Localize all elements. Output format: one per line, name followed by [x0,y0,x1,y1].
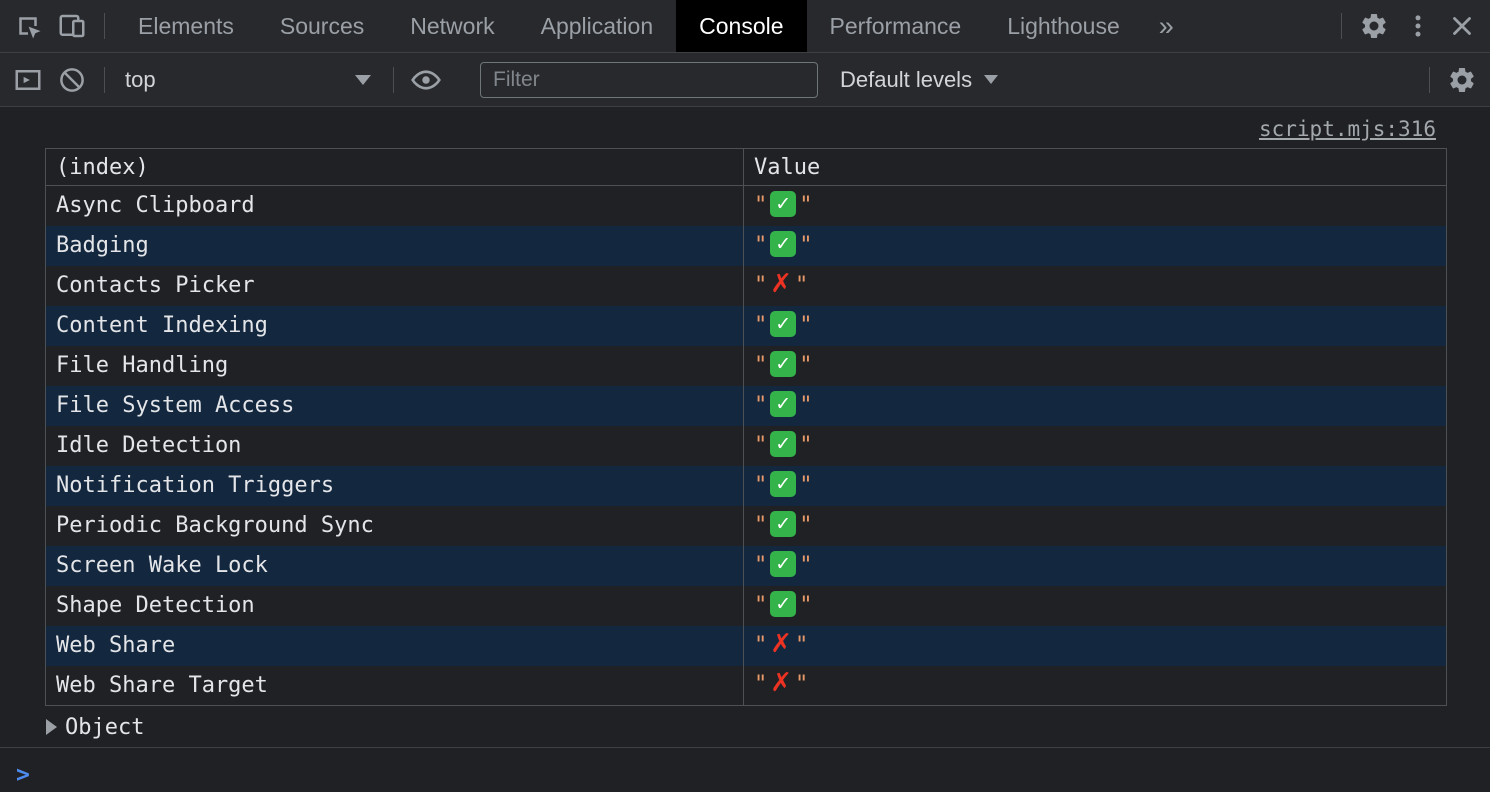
table-cell-value: "✓" [744,466,1447,506]
check-emoji-icon: ✓ [770,471,796,497]
console-prompt[interactable]: > [0,748,1490,788]
table-cell-index: File System Access [46,386,744,426]
console-table: (index) Value Async Clipboard "✓" Badgin… [45,148,1447,706]
table-cell-value: "✓" [744,386,1447,426]
table-row: Web Share Target "✗" [46,666,1447,706]
table-row: Async Clipboard "✓" [46,186,1447,226]
log-levels-dropdown[interactable]: Default levels [832,67,1006,93]
table-cell-value: "✗" [744,666,1447,706]
cross-emoji-icon: ✗ [770,631,792,657]
chevron-down-icon [984,75,998,84]
table-cell-index: Periodic Background Sync [46,506,744,546]
context-selector[interactable]: top [115,67,383,93]
tab-elements[interactable]: Elements [115,0,257,52]
vertical-divider [393,67,394,93]
check-emoji-icon: ✓ [770,311,796,337]
expand-triangle-icon[interactable] [46,719,57,735]
table-header-value[interactable]: Value [744,149,1447,186]
tab-performance[interactable]: Performance [807,0,985,52]
kebab-menu-icon[interactable] [1396,4,1440,48]
panel-tabs: Elements Sources Network Application Con… [115,0,1190,52]
check-emoji-icon: ✓ [770,431,796,457]
tabbar-spacer [1190,0,1331,52]
cross-emoji-icon: ✗ [770,670,792,696]
tab-lighthouse[interactable]: Lighthouse [984,0,1143,52]
table-cell-index: Idle Detection [46,426,744,466]
devtools-window: Elements Sources Network Application Con… [0,0,1490,788]
more-tabs-chevron-icon[interactable]: » [1143,0,1190,52]
table-row: Web Share "✗" [46,626,1447,666]
console-toolbar: top Default levels [0,53,1490,107]
table-cell-index: Notification Triggers [46,466,744,506]
table-cell-value: "✓" [744,586,1447,626]
table-cell-index: Contacts Picker [46,266,744,306]
device-toolbar-icon[interactable] [50,4,94,48]
table-cell-value: "✓" [744,306,1447,346]
table-cell-value: "✗" [744,266,1447,306]
tab-application[interactable]: Application [518,0,677,52]
table-row: File System Access "✓" [46,386,1447,426]
console-settings-gear-icon[interactable] [1440,58,1484,102]
prompt-chevron-icon: > [16,762,30,788]
object-preview[interactable]: Object [0,707,1490,748]
table-cell-value: "✗" [744,626,1447,666]
console-table-message: script.mjs:316 (index) Value Async Clipb… [0,107,1490,748]
table-cell-value: "✓" [744,426,1447,466]
table-cell-index: Shape Detection [46,586,744,626]
table-cell-value: "✓" [744,346,1447,386]
table-cell-index: Web Share Target [46,666,744,706]
table-cell-index: Web Share [46,626,744,666]
check-emoji-icon: ✓ [770,551,796,577]
clear-console-icon[interactable] [50,58,94,102]
table-header-index[interactable]: (index) [46,149,744,186]
close-icon[interactable] [1440,4,1484,48]
tab-sources[interactable]: Sources [257,0,387,52]
table-row: Badging "✓" [46,226,1447,266]
table-row: Idle Detection "✓" [46,426,1447,466]
vertical-divider [104,67,105,93]
eye-icon[interactable] [404,58,448,102]
table-cell-value: "✓" [744,186,1447,226]
check-emoji-icon: ✓ [770,231,796,257]
table-row: Contacts Picker "✗" [46,266,1447,306]
source-link[interactable]: script.mjs:316 [1259,117,1436,141]
object-preview-label: Object [65,715,144,740]
table-row: Periodic Background Sync "✓" [46,506,1447,546]
cross-emoji-icon: ✗ [770,271,792,297]
vertical-divider [104,13,105,39]
inspect-icon[interactable] [6,4,50,48]
console-messages: script.mjs:316 (index) Value Async Clipb… [0,107,1490,788]
table-cell-index: Badging [46,226,744,266]
chevron-down-icon [355,75,371,85]
table-row: Notification Triggers "✓" [46,466,1447,506]
source-line: script.mjs:316 [0,107,1490,146]
console-sidebar-icon[interactable] [6,58,50,102]
settings-gear-icon[interactable] [1352,4,1396,48]
table-row: Shape Detection "✓" [46,586,1447,626]
check-emoji-icon: ✓ [770,351,796,377]
table-row: Screen Wake Lock "✓" [46,546,1447,586]
devtools-tab-bar: Elements Sources Network Application Con… [0,0,1490,53]
table-row: File Handling "✓" [46,346,1447,386]
vertical-divider [1341,13,1342,39]
check-emoji-icon: ✓ [770,591,796,617]
table-header-row: (index) Value [46,149,1447,186]
check-emoji-icon: ✓ [770,511,796,537]
table-cell-value: "✓" [744,226,1447,266]
tab-network[interactable]: Network [387,0,517,52]
check-emoji-icon: ✓ [770,391,796,417]
vertical-divider [1429,67,1430,93]
table-cell-value: "✓" [744,506,1447,546]
tab-console[interactable]: Console [676,0,806,52]
filter-input[interactable] [480,62,818,98]
table-cell-index: Async Clipboard [46,186,744,226]
table-cell-index: Screen Wake Lock [46,546,744,586]
check-emoji-icon: ✓ [770,191,796,217]
log-levels-label: Default levels [840,67,972,93]
context-selector-label: top [125,67,156,93]
table-cell-index: Content Indexing [46,306,744,346]
table-cell-index: File Handling [46,346,744,386]
table-cell-value: "✓" [744,546,1447,586]
table-row: Content Indexing "✓" [46,306,1447,346]
